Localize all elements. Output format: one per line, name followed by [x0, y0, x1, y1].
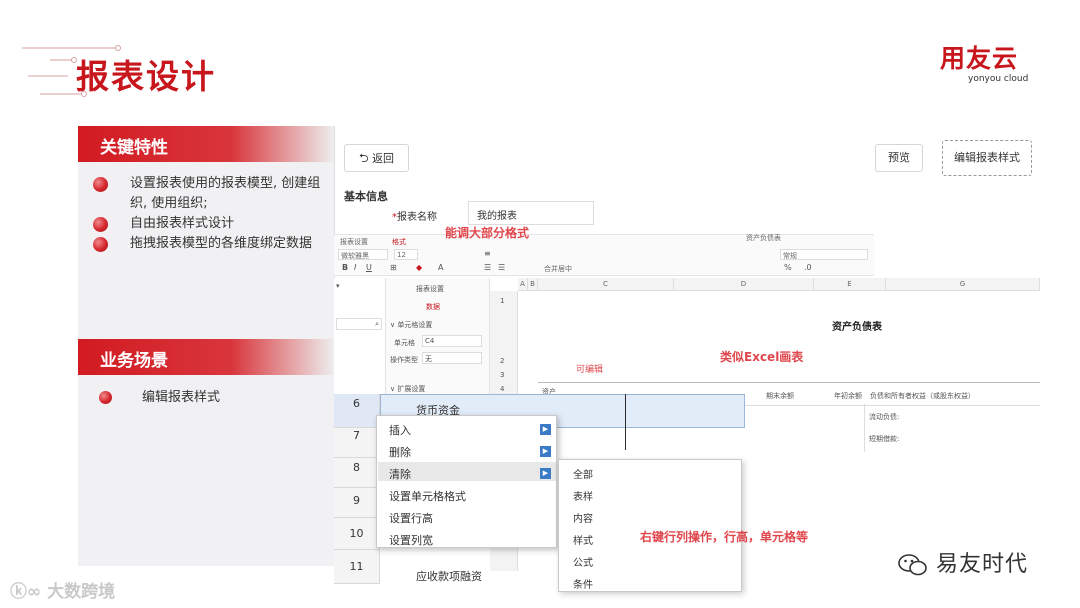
- menu-item-insert[interactable]: 插入: [389, 422, 411, 438]
- scenarios-list: 编辑报表样式: [96, 388, 336, 408]
- list-item: 编辑报表样式: [96, 388, 336, 408]
- clear-submenu: 全部 表样 内容 样式 公式 条件: [558, 459, 742, 592]
- report-name-label: *报表名称: [392, 212, 437, 223]
- font-size-select[interactable]: 12: [394, 249, 418, 260]
- report-sheet-title: 资产负债表: [832, 322, 882, 333]
- bullet-icon: [99, 391, 112, 404]
- bullet-icon: [93, 237, 108, 252]
- merge-center-button[interactable]: 合并居中: [544, 264, 572, 274]
- menu-item-delete[interactable]: 删除: [389, 444, 411, 460]
- tab-report-settings[interactable]: 报表设置: [340, 237, 368, 247]
- col-header[interactable]: A: [518, 278, 528, 291]
- features-list: 设置报表使用的报表模型, 创建组织, 使用组织; 自由报表样式设计 拖拽报表模型…: [90, 174, 330, 254]
- sheet-name: 资产负债表: [746, 234, 781, 242]
- field-panel: ▾ ⌕: [334, 278, 386, 398]
- submenu-arrow-icon: ▶: [540, 468, 551, 479]
- wechat-account: 易友时代: [898, 546, 1028, 578]
- col-header[interactable]: E: [814, 278, 886, 291]
- row-header[interactable]: 8: [334, 458, 380, 488]
- liabilities-cells: 流动负债: 短期借款:: [864, 404, 1040, 452]
- property-panel: 报表设置 数据 ∨ 单元格设置 单元格 C4 操作类型 无 ∨ 扩展设置: [386, 278, 490, 398]
- menu-item-cell-format[interactable]: 设置单元格格式: [389, 488, 466, 504]
- annotation-format: 能调大部分格式: [445, 226, 530, 240]
- submenu-item-all[interactable]: 全部: [573, 466, 593, 481]
- col-header[interactable]: D: [674, 278, 814, 291]
- row-header[interactable]: 7: [334, 428, 380, 458]
- report-name-input[interactable]: 我的报表: [468, 201, 594, 225]
- underline-icon[interactable]: U: [366, 263, 372, 272]
- cell-settings-group[interactable]: ∨ 单元格设置: [390, 320, 432, 330]
- watermark-icon: ⓚ∞: [10, 582, 42, 602]
- list-item: 设置报表使用的报表模型, 创建组织, 使用组织;: [90, 174, 330, 214]
- menu-item-col-width[interactable]: 设置列宽: [389, 532, 433, 548]
- features-title: 关键特性: [100, 138, 168, 158]
- ops-type-select[interactable]: 无: [422, 352, 482, 364]
- col-header[interactable]: C: [538, 278, 674, 291]
- logo-en: yonyou cloud: [968, 74, 1029, 84]
- submenu-arrow-icon: ▶: [540, 446, 551, 457]
- menu-item-row-height[interactable]: 设置行高: [389, 510, 433, 526]
- submenu-item-condition[interactable]: 条件: [573, 576, 593, 591]
- field-search-input[interactable]: ⌕: [336, 318, 382, 330]
- wechat-icon: [898, 552, 928, 578]
- cell-border: [625, 394, 626, 450]
- italic-icon[interactable]: I: [354, 263, 356, 272]
- submenu-item-formula[interactable]: 公式: [573, 554, 593, 569]
- col-header[interactable]: B: [528, 278, 538, 291]
- basic-info-title: 基本信息: [344, 190, 388, 203]
- expand-settings-group[interactable]: ∨ 扩展设置: [390, 384, 425, 394]
- slide: 报表设计 用友云 yonyou cloud 关键特性 设置报表使用的报表模型, …: [0, 0, 1080, 608]
- bullet-icon: [93, 177, 108, 192]
- list-item: 自由报表样式设计: [90, 214, 330, 234]
- row-header[interactable]: 6: [334, 394, 380, 428]
- submenu-item-template[interactable]: 表样: [573, 488, 593, 503]
- bullet-icon: [93, 217, 108, 232]
- annotation-right-click: 右键行列操作，行高，单元格等: [640, 530, 809, 544]
- row-header[interactable]: 9: [334, 488, 380, 518]
- page-title: 报表设计: [76, 57, 216, 96]
- edit-style-button[interactable]: 编辑报表样式: [942, 140, 1032, 176]
- back-icon: ⮌: [358, 151, 369, 165]
- font-color-icon[interactable]: A: [438, 263, 443, 272]
- menu-item-clear[interactable]: 清除: [389, 466, 411, 482]
- scenarios-title: 业务场景: [100, 351, 168, 371]
- scenarios-header: 业务场景: [78, 339, 334, 375]
- editable-label: 可编辑: [576, 365, 604, 375]
- yonyou-logo: 用友云 yonyou cloud: [940, 44, 1050, 85]
- decimal-icon[interactable]: .0: [804, 263, 812, 272]
- align-center-icon[interactable]: ☰: [498, 263, 505, 272]
- preview-button[interactable]: 预览: [875, 144, 923, 172]
- cell-ref-input[interactable]: C4: [422, 335, 482, 347]
- align-left-icon[interactable]: ☰: [484, 263, 491, 272]
- submenu-item-style[interactable]: 样式: [573, 532, 593, 547]
- search-icon: ⌕: [375, 320, 379, 328]
- font-select[interactable]: 微软雅黑: [338, 249, 388, 260]
- fill-color-icon[interactable]: ◆: [416, 263, 422, 272]
- submenu-item-content[interactable]: 内容: [573, 510, 593, 525]
- features-header: 关键特性: [78, 126, 334, 162]
- submenu-arrow-icon: ▶: [540, 424, 551, 435]
- row-header[interactable]: 11: [334, 550, 380, 584]
- list-item: 拖拽报表模型的各维度绑定数据: [90, 234, 330, 254]
- row-header[interactable]: 10: [334, 518, 380, 550]
- border-icon[interactable]: ⊞: [390, 263, 397, 272]
- align-top-icon[interactable]: ≡: [484, 249, 491, 258]
- percent-icon[interactable]: %: [784, 263, 792, 272]
- cell-receivables[interactable]: 应收款项融资: [416, 568, 482, 584]
- format-toolbar: 报表设置 格式 微软雅黑 12 B I U ⊞ ◆ A ≡ ☰ ☰ 合并居中 资…: [334, 234, 874, 276]
- watermark: ⓚ∞ 大数跨境: [10, 582, 116, 602]
- bold-icon[interactable]: B: [342, 263, 348, 272]
- number-format-select[interactable]: 常规: [780, 249, 868, 260]
- back-button[interactable]: ⮌ 返回: [344, 144, 409, 172]
- col-header[interactable]: G: [886, 278, 1040, 291]
- context-menu: 插入 ▶ 删除 ▶ 清除 ▶ 设置单元格格式 设置行高 设置列宽: [376, 415, 557, 548]
- annotation-excel: 类似Excel画表: [720, 350, 804, 364]
- logo-cn: 用友云: [940, 44, 1019, 73]
- tab-format[interactable]: 格式: [392, 237, 406, 247]
